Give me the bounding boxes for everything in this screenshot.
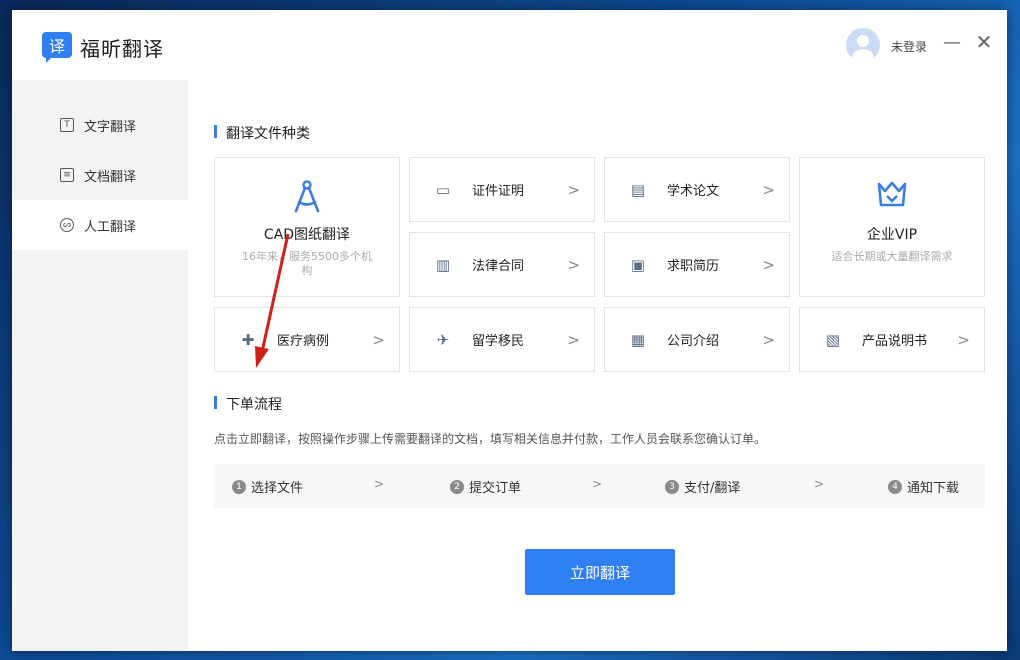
cad-translation-card[interactable]: CAD图纸翻译 16年来，服务5500多个机构: [214, 157, 400, 297]
document-icon: ≡: [60, 168, 74, 182]
sidebar: T 文字翻译 ≡ 文档翻译 ᔕ 人工翻译: [12, 80, 188, 651]
contract-icon: ▥: [435, 255, 451, 274]
sidebar-item-label: 文字翻译: [84, 119, 137, 135]
app-logo-icon: 译: [42, 32, 72, 63]
card-study-abroad[interactable]: ✈ 留学移民 >: [409, 307, 595, 372]
chevron-right-icon: >: [762, 330, 775, 349]
card-legal-contract[interactable]: ▥ 法律合同 >: [409, 232, 595, 297]
step-number: 1: [232, 479, 246, 494]
card-label: 法律合同: [472, 259, 525, 274]
process-title: 下单流程: [214, 394, 282, 414]
card-label: 留学移民: [472, 334, 525, 349]
card-label: 求职简历: [667, 259, 720, 274]
manual-icon: ▧: [825, 330, 841, 349]
chevron-right-icon: >: [567, 330, 580, 349]
chevron-right-icon: >: [372, 330, 385, 349]
chevron-right-icon: >: [957, 330, 970, 349]
paper-icon: ▤: [630, 180, 646, 199]
chevron-right-icon: >: [762, 180, 775, 199]
card-certificate[interactable]: ▭ 证件证明 >: [409, 157, 595, 222]
user-avatar[interactable]: [846, 28, 880, 62]
medical-icon: ✚: [241, 330, 255, 349]
login-status[interactable]: 未登录: [891, 38, 927, 55]
chevron-right-icon: >: [567, 255, 580, 274]
step-select-file: 1 选择文件: [232, 477, 303, 496]
sidebar-item-text-translation[interactable]: T 文字翻译: [12, 100, 188, 150]
resume-icon: ▣: [630, 255, 646, 274]
categories-title: 翻译文件种类: [214, 123, 310, 143]
sidebar-item-human-translation[interactable]: ᔕ 人工翻译: [12, 200, 188, 250]
step-label: 提交订单: [469, 481, 522, 496]
chevron-right-icon: >: [762, 255, 775, 274]
translate-now-button[interactable]: 立即翻译: [525, 549, 675, 595]
card-label: 学术论文: [667, 184, 720, 199]
id-card-icon: ▭: [435, 180, 451, 199]
app-name: 福昕翻译: [80, 37, 164, 61]
card-label: 产品说明书: [862, 334, 928, 349]
card-label: 医疗病例: [277, 334, 330, 349]
cad-card-subtitle: 16年来，服务5500多个机构: [242, 250, 372, 277]
card-resume[interactable]: ▣ 求职简历 >: [604, 232, 790, 297]
human-translation-icon: ᔕ: [60, 218, 74, 232]
enterprise-vip-card[interactable]: 企业VIP 适合长期或大量翻译需求: [799, 157, 985, 297]
sidebar-item-document-translation[interactable]: ≡ 文档翻译: [12, 150, 188, 200]
compass-icon: [291, 180, 323, 216]
step-number: 2: [450, 479, 464, 494]
sidebar-item-label: 人工翻译: [84, 219, 137, 235]
step-number: 3: [665, 479, 679, 494]
card-academic-paper[interactable]: ▤ 学术论文 >: [604, 157, 790, 222]
step-separator: >: [592, 477, 603, 491]
vip-card-subtitle: 适合长期或大量翻译需求: [831, 250, 953, 263]
cad-card-title: CAD图纸翻译: [263, 227, 351, 243]
watermark: 下载吧: [878, 609, 993, 650]
card-product-manual[interactable]: ▧ 产品说明书 >: [799, 307, 985, 372]
company-icon: ▦: [630, 330, 646, 349]
step-separator: >: [374, 477, 385, 491]
close-button[interactable]: ✕: [972, 30, 996, 54]
minimize-button[interactable]: —: [940, 30, 964, 54]
step-separator: >: [814, 477, 825, 491]
chevron-right-icon: >: [567, 180, 580, 199]
text-icon: T: [60, 118, 74, 132]
main-content: 翻译文件种类 CAD图纸翻译 16年来，服务5500多个机构 ▭ 证件证明 > …: [188, 80, 1007, 651]
process-steps: 1 选择文件 > 2 提交订单 > 3 支付/翻译 > 4 通知下载: [214, 464, 985, 508]
step-label: 支付/翻译: [684, 481, 741, 496]
vip-card-title: 企业VIP: [866, 227, 918, 243]
step-label: 选择文件: [251, 481, 304, 496]
step-pay-translate: 3 支付/翻译: [665, 477, 740, 496]
process-description: 点击立即翻译，按照操作步骤上传需要翻译的文档，填写相关信息并付款，工作人员会联系…: [214, 432, 767, 446]
card-medical[interactable]: ✚ 医疗病例 >: [214, 307, 400, 372]
plane-icon: ✈: [436, 330, 450, 349]
step-number: 4: [888, 479, 902, 494]
card-company-intro[interactable]: ▦ 公司介绍 >: [604, 307, 790, 372]
card-label: 证件证明: [472, 184, 525, 199]
step-submit-order: 2 提交订单: [450, 477, 521, 496]
sidebar-item-label: 文档翻译: [84, 169, 137, 185]
step-notify-download: 4 通知下载: [888, 477, 959, 496]
title-bar: 译 福昕翻译 未登录 — ✕: [12, 10, 1007, 80]
crown-icon: [876, 180, 908, 216]
step-label: 通知下载: [907, 481, 960, 496]
card-label: 公司介绍: [667, 334, 720, 349]
app-window: 译 福昕翻译 未登录 — ✕ T 文字翻译 ≡ 文档翻译 ᔕ 人工翻译 翻译文件…: [12, 10, 1007, 651]
